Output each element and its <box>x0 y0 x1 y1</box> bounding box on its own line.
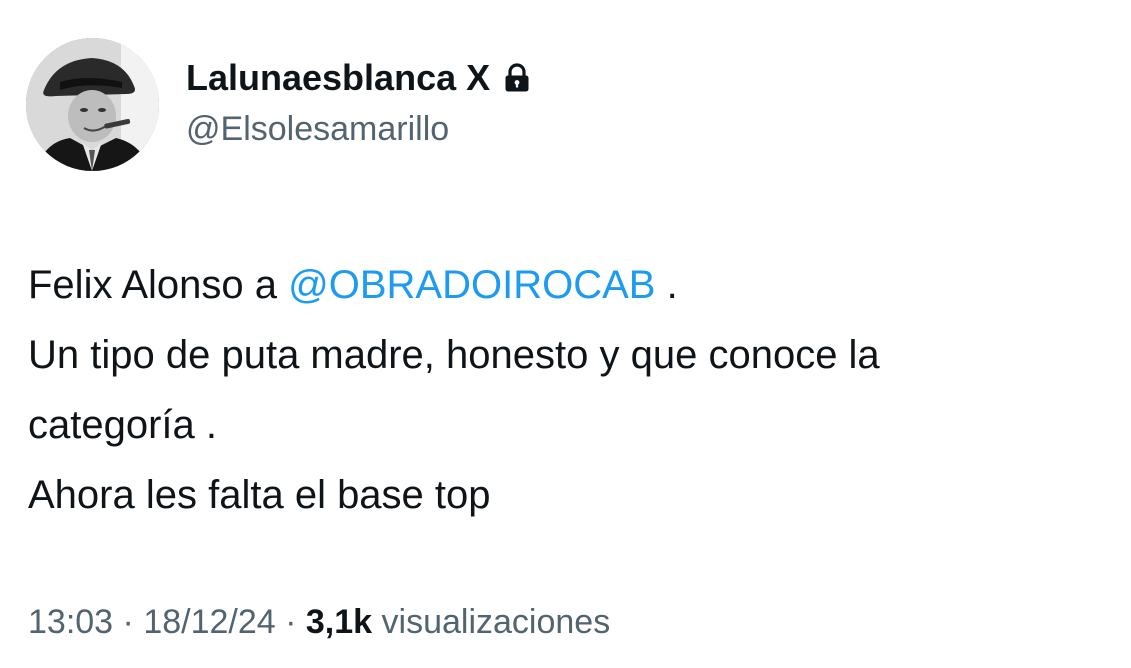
tweet-line-1: Felix Alonso a @OBRADOIROCAB . <box>28 250 1123 320</box>
tweet-line-2: Un tipo de puta madre, honesto y que con… <box>28 333 880 377</box>
meta-separator: · <box>113 603 144 641</box>
meta-separator: · <box>275 603 306 641</box>
views-label[interactable]: visualizaciones <box>372 603 611 641</box>
tweet-line-1-prefix: Felix Alonso a <box>28 263 289 307</box>
views-count[interactable]: 3,1k <box>306 603 372 641</box>
tweet-time[interactable]: 13:03 <box>28 603 113 641</box>
tweet-line-4: Ahora les falta el base top <box>28 473 491 517</box>
tweet-line-1-suffix: . <box>655 263 678 307</box>
tweet: Lalunaesblanca X @Elsolesamarillo Felix … <box>0 0 1131 668</box>
name-row: Lalunaesblanca X <box>186 54 530 102</box>
tweet-line-3: categoría . <box>28 403 218 447</box>
display-name[interactable]: Lalunaesblanca X <box>186 57 490 99</box>
user-handle[interactable]: @Elsolesamarillo <box>186 110 449 149</box>
lock-icon <box>504 63 530 93</box>
avatar[interactable] <box>26 38 159 171</box>
mention-link[interactable]: @OBRADOIROCAB <box>288 263 655 307</box>
avatar-image <box>26 38 159 171</box>
tweet-meta: 13:03 · 18/12/24 · 3,1k visualizaciones <box>28 603 610 642</box>
tweet-date[interactable]: 18/12/24 <box>143 603 275 641</box>
tweet-text: Felix Alonso a @OBRADOIROCAB . Un tipo d… <box>28 250 1123 530</box>
